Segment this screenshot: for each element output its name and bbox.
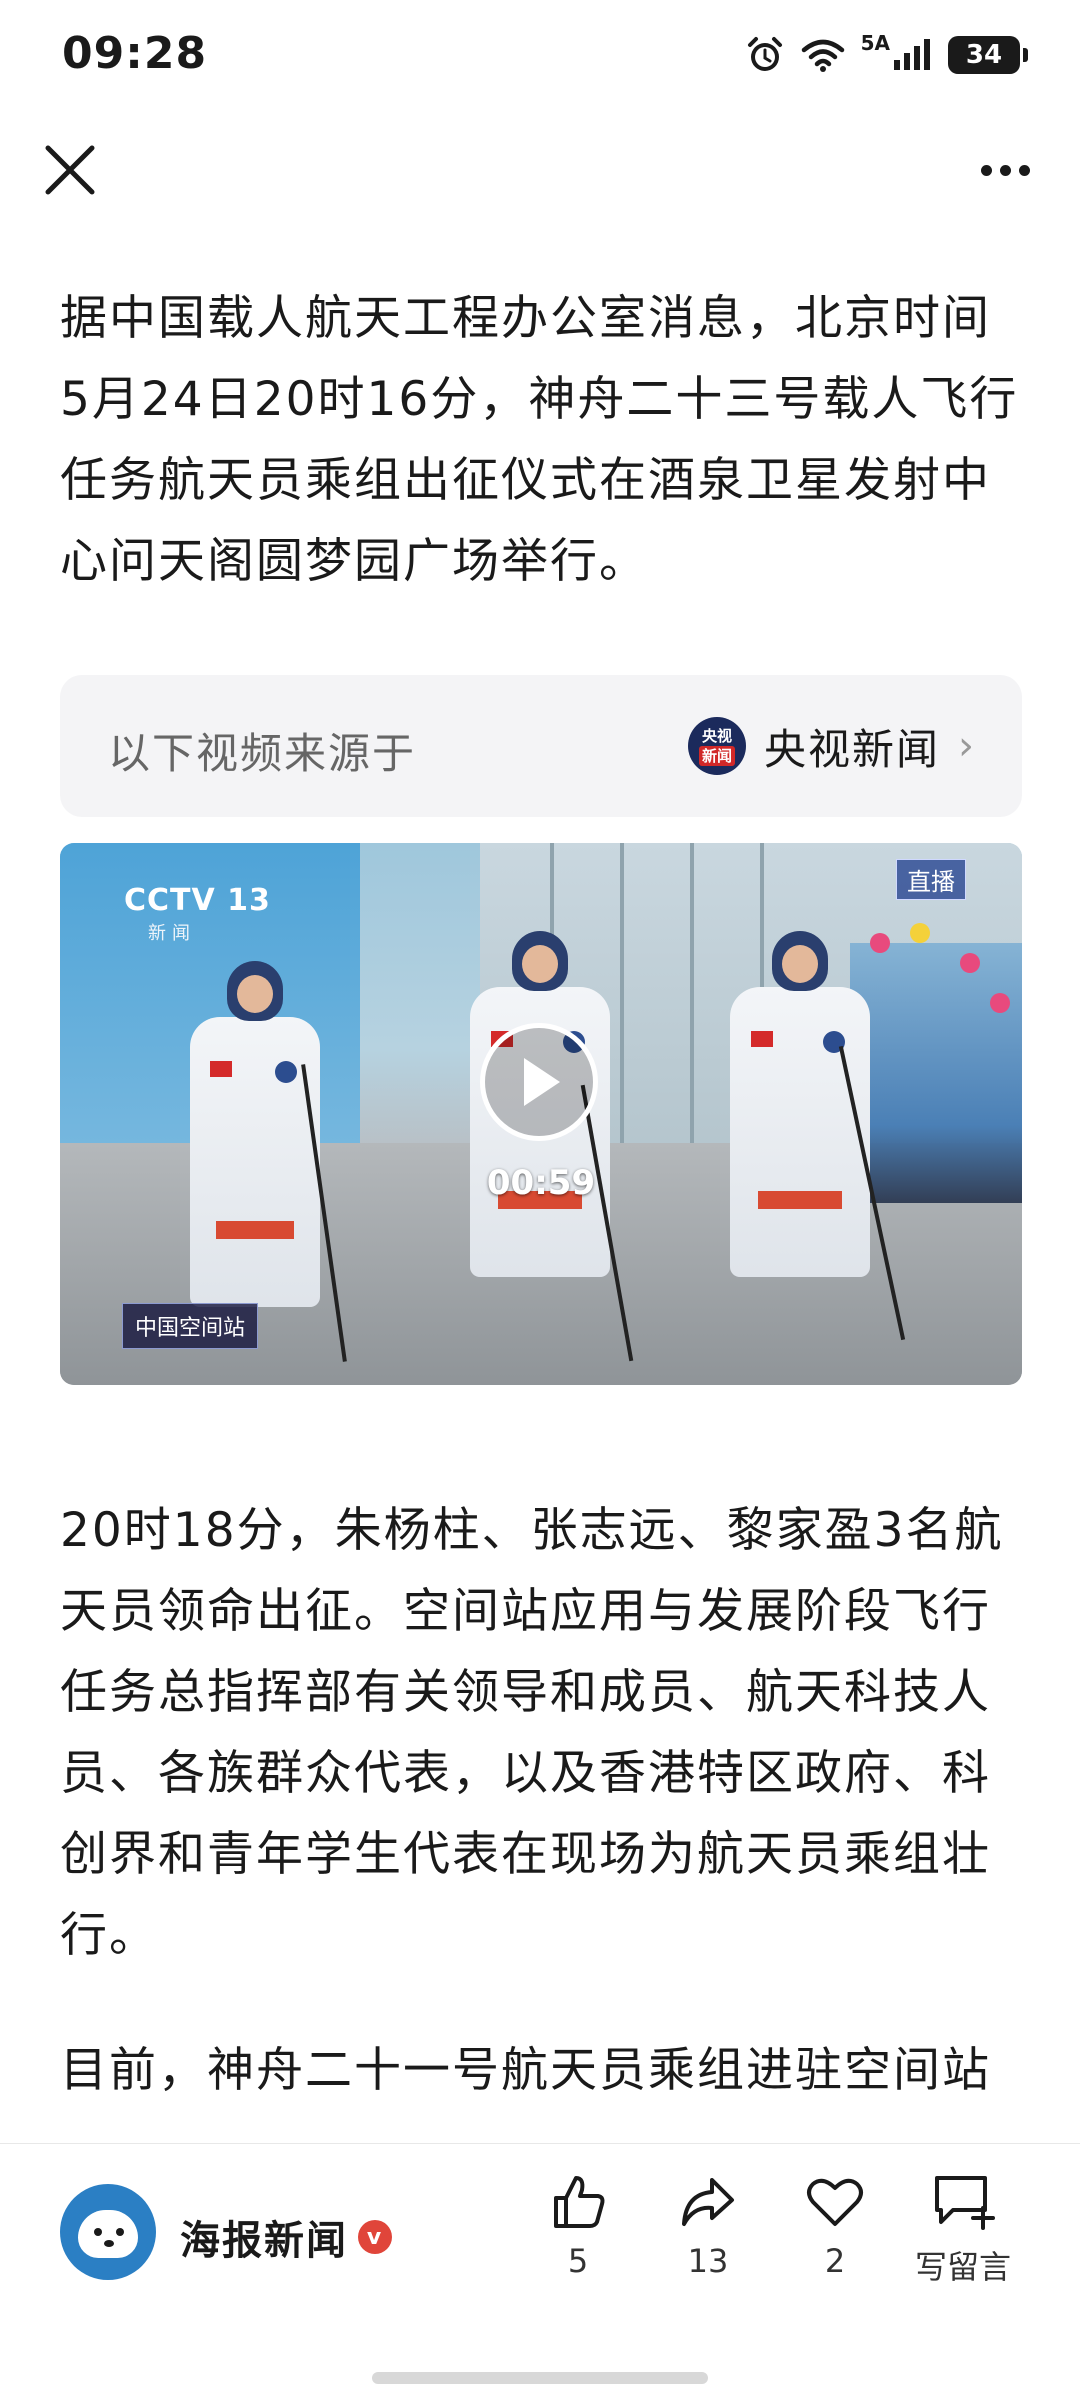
cctv13-logo: CCTV 13 bbox=[124, 883, 271, 918]
astronaut-figure bbox=[730, 931, 870, 1311]
author-name: 海报新闻 bbox=[180, 2218, 348, 2264]
like-count: 5 bbox=[567, 2242, 589, 2280]
close-button[interactable] bbox=[40, 140, 100, 200]
cctv-news-logo: 央视 新闻 bbox=[687, 717, 746, 775]
top-nav bbox=[0, 130, 1080, 210]
article-paragraph: 20时18分，朱杨柱、张志远、黎家盈3名航天员领命出征。空间站应用与发展阶段飞行… bbox=[60, 1503, 1004, 1963]
bottom-action-bar: 海报新闻 v 5 13 2 写留言 bbox=[0, 2143, 1080, 2403]
more-icon-dot bbox=[980, 164, 992, 176]
astronaut-figure bbox=[190, 961, 320, 1321]
video-source-card: 以下视频来源于 央视 新闻 央视新闻 › bbox=[60, 675, 1022, 817]
live-badge: 直播 bbox=[896, 859, 966, 900]
video-scene-flower bbox=[910, 923, 930, 943]
status-icons: 5A 34 bbox=[745, 30, 1028, 80]
video-player[interactable]: CCTV 13 新闻 直播 中国空间站 00:59 bbox=[60, 843, 1022, 1385]
cctv-logo-line2: 新闻 bbox=[698, 746, 735, 766]
share-button[interactable]: 13 bbox=[648, 2172, 768, 2312]
more-icon-dot bbox=[1018, 164, 1030, 176]
signal-icon bbox=[894, 39, 930, 70]
like-button[interactable]: 5 bbox=[518, 2172, 638, 2312]
video-source-name: 央视新闻 bbox=[763, 724, 940, 774]
comment-add-icon bbox=[935, 2176, 995, 2230]
write-comment-button[interactable]: 写留言 bbox=[903, 2172, 1023, 2312]
bear-nose bbox=[104, 2240, 114, 2247]
heart-icon bbox=[807, 2178, 863, 2226]
favorite-count: 2 bbox=[824, 2242, 846, 2280]
status-time: 09:28 bbox=[62, 28, 208, 79]
article-paragraph: 目前，神舟二十一号航天员乘组进驻空间站 bbox=[60, 2043, 991, 2098]
chevron-right-icon: › bbox=[958, 723, 974, 769]
write-comment-label: 写留言 bbox=[914, 2248, 1011, 2286]
status-bar: 09:28 5A 34 bbox=[0, 0, 1080, 110]
video-scene-panel bbox=[620, 843, 624, 1173]
article-paragraph: 据中国载人航天工程办公室消息，北京时间5月24日20时16分，神舟二十三号载人飞… bbox=[60, 291, 1019, 589]
more-icon-dot bbox=[999, 164, 1011, 176]
battery-level: 34 bbox=[965, 40, 1003, 70]
network-type-label: 5A bbox=[860, 31, 890, 55]
video-source-link[interactable]: 央视 新闻 央视新闻 › bbox=[687, 711, 974, 781]
bear-eye bbox=[94, 2228, 102, 2236]
cctv13-sublabel: 新闻 bbox=[148, 923, 196, 944]
close-icon bbox=[45, 145, 95, 195]
bear-eye bbox=[116, 2228, 124, 2236]
share-icon bbox=[682, 2178, 734, 2226]
video-scene-flower bbox=[990, 993, 1010, 1013]
alarm-icon bbox=[747, 37, 782, 71]
author-avatar[interactable] bbox=[60, 2184, 156, 2280]
space-station-badge: 中国空间站 bbox=[122, 1303, 259, 1349]
thumbs-up-icon bbox=[554, 2176, 605, 2228]
video-source-label: 以下视频来源于 bbox=[108, 729, 417, 778]
verified-badge: v bbox=[358, 2220, 392, 2254]
share-count: 13 bbox=[687, 2242, 729, 2280]
home-indicator[interactable] bbox=[372, 2372, 708, 2384]
video-duration: 00:59 bbox=[486, 1163, 596, 1203]
favorite-button[interactable]: 2 bbox=[775, 2172, 895, 2312]
video-scene-flower bbox=[960, 953, 980, 973]
play-icon bbox=[524, 1058, 560, 1106]
cctv-logo-line1: 央视 bbox=[701, 727, 732, 745]
wifi-icon bbox=[801, 39, 844, 72]
play-button[interactable] bbox=[480, 1023, 598, 1141]
battery-icon: 34 bbox=[948, 36, 1028, 74]
bear-mascot bbox=[78, 2210, 138, 2258]
more-button[interactable] bbox=[970, 140, 1040, 200]
video-scene-flower bbox=[870, 933, 890, 953]
author-name-link[interactable]: 海报新闻 v bbox=[180, 2208, 392, 2266]
video-scene-panel bbox=[690, 843, 694, 1173]
